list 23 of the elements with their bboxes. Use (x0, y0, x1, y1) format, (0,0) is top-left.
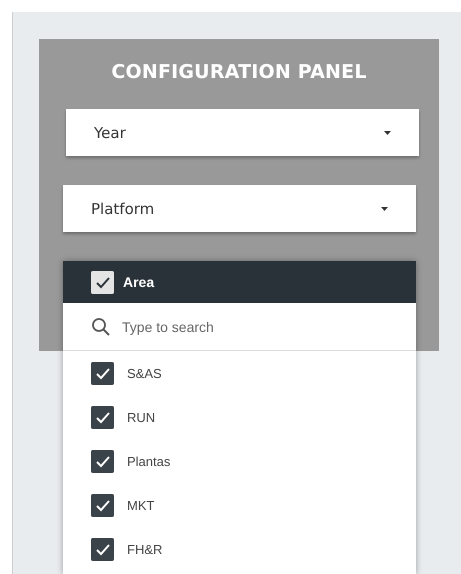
check-icon (94, 276, 110, 288)
check-icon (94, 454, 110, 468)
option-label[interactable]: MKT (127, 498, 154, 512)
checkbox[interactable] (91, 406, 114, 428)
checkbox[interactable] (91, 494, 114, 516)
option-label[interactable]: S&AS (127, 366, 162, 380)
select-dropdown[interactable]: Year (66, 109, 419, 156)
option-label[interactable]: FH&R (127, 542, 162, 556)
check-icon (94, 410, 110, 424)
option-label[interactable]: Plantas (127, 454, 170, 468)
checkbox[interactable] (91, 450, 114, 472)
panel-title: CONFIGURATION PANEL (110, 61, 368, 83)
checkbox[interactable] (91, 362, 114, 384)
check-icon (94, 366, 110, 380)
option-label[interactable]: RUN (127, 410, 156, 424)
checkbox[interactable] (91, 538, 114, 560)
header-label: Area (123, 274, 154, 290)
search-icon (91, 316, 111, 336)
caret-icon (384, 130, 391, 134)
check-icon (94, 498, 110, 512)
select-dropdown[interactable]: Platform (63, 185, 416, 232)
check-icon (94, 542, 110, 556)
caret-icon (381, 206, 388, 210)
